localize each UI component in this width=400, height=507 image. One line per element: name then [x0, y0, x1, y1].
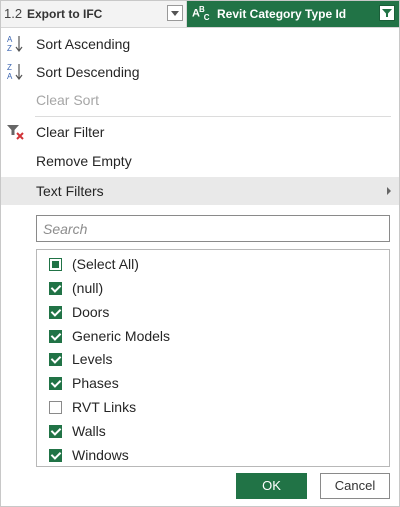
- column-name: Revit Category Type Id: [217, 7, 347, 21]
- checkbox[interactable]: [49, 401, 62, 414]
- checkbox[interactable]: [49, 306, 62, 319]
- remove-empty-item[interactable]: Remove Empty: [1, 147, 399, 175]
- checkbox[interactable]: [49, 282, 62, 295]
- list-item[interactable]: Windows: [49, 446, 379, 466]
- column-header-bar: 1.2 Export to IFC ABC Revit Category Typ…: [1, 1, 399, 28]
- svg-text:A: A: [7, 35, 13, 44]
- checkbox[interactable]: [49, 449, 62, 462]
- list-item-select-all[interactable]: (Select All): [49, 255, 379, 275]
- list-item[interactable]: (null): [49, 279, 379, 299]
- list-item-label: Generic Models: [72, 328, 171, 344]
- sort-descending-item[interactable]: Z A Sort Descending: [1, 58, 399, 86]
- list-item-label: Windows: [72, 447, 129, 463]
- checkbox[interactable]: [49, 330, 62, 343]
- text-type-icon: ABC: [192, 5, 209, 22]
- filter-dropdown-button[interactable]: [379, 5, 395, 21]
- menu-label: Clear Filter: [36, 124, 105, 140]
- list-item-label: Doors: [72, 304, 110, 320]
- sort-ascending-item[interactable]: A Z Sort Ascending: [1, 30, 399, 58]
- select-all-checkbox[interactable]: [49, 258, 62, 271]
- list-item[interactable]: Doors: [49, 303, 379, 323]
- menu-label: Sort Descending: [36, 64, 140, 80]
- menu-label: Sort Ascending: [36, 36, 131, 52]
- list-item[interactable]: Generic Models: [49, 327, 379, 347]
- ok-button[interactable]: OK: [236, 473, 307, 499]
- search-input[interactable]: [36, 215, 390, 242]
- menu-label: Remove Empty: [36, 153, 132, 169]
- text-filters-item[interactable]: Text Filters: [1, 177, 399, 205]
- list-item-label: Levels: [72, 351, 113, 367]
- cancel-button[interactable]: Cancel: [320, 473, 390, 499]
- list-item-label: Phases: [72, 375, 119, 391]
- filter-dropdown-panel: 1.2 Export to IFC ABC Revit Category Typ…: [0, 0, 400, 507]
- checkbox[interactable]: [49, 425, 62, 438]
- clear-filter-icon: [7, 125, 24, 140]
- list-item[interactable]: Levels: [49, 350, 379, 370]
- filter-value-list: (Select All) (null) Doors Generic Models…: [36, 249, 390, 467]
- menu-label: Clear Sort: [36, 92, 100, 108]
- menu-divider: [35, 116, 391, 117]
- menu-label: Text Filters: [36, 183, 104, 199]
- svg-text:Z: Z: [7, 63, 12, 72]
- chevron-right-icon: [387, 187, 391, 195]
- column-dropdown-button[interactable]: [167, 5, 183, 21]
- filter-icon: [382, 9, 392, 17]
- list-item[interactable]: Phases: [49, 374, 379, 394]
- column-name: Export to IFC: [27, 7, 103, 21]
- decimal-type-icon: 1.2: [4, 6, 23, 21]
- column-header-revit-category-type-id[interactable]: ABC Revit Category Type Id: [187, 1, 399, 27]
- list-item-label: (Select All): [72, 256, 139, 272]
- column-header-export-to-ifc[interactable]: 1.2 Export to IFC: [1, 1, 187, 27]
- svg-text:A: A: [7, 72, 13, 81]
- svg-text:Z: Z: [7, 44, 12, 53]
- clear-filter-item[interactable]: Clear Filter: [1, 118, 399, 146]
- list-item-label: Walls: [72, 423, 106, 439]
- sort-ascending-icon: A Z: [7, 35, 23, 53]
- clear-sort-item: Clear Sort: [1, 86, 399, 114]
- list-item-label: (null): [72, 280, 104, 296]
- list-item[interactable]: RVT Links: [49, 398, 379, 418]
- list-item[interactable]: Walls: [49, 422, 379, 442]
- list-item-label: RVT Links: [72, 399, 137, 415]
- sort-descending-icon: Z A: [7, 63, 23, 81]
- checkbox[interactable]: [49, 377, 62, 390]
- checkbox[interactable]: [49, 353, 62, 366]
